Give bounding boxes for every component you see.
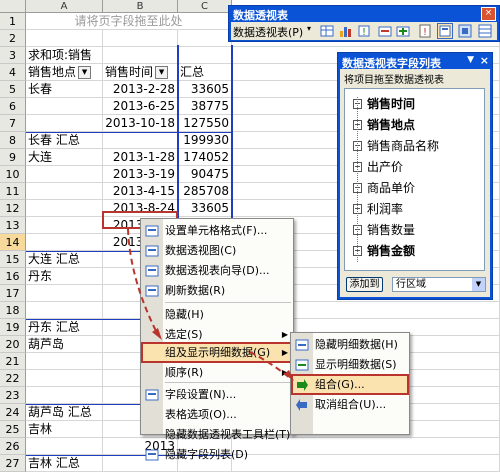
annotation-arrows [127,228,294,381]
context-menu-item[interactable]: 隐藏字段列表(D) [165,445,289,465]
cell[interactable] [26,438,103,455]
subtotal-label[interactable]: 吉林 汇总 [26,455,103,472]
hide-field-list-icon [145,448,159,462]
row-header[interactable]: 26 [0,438,26,455]
row-header[interactable]: 27 [0,455,26,472]
